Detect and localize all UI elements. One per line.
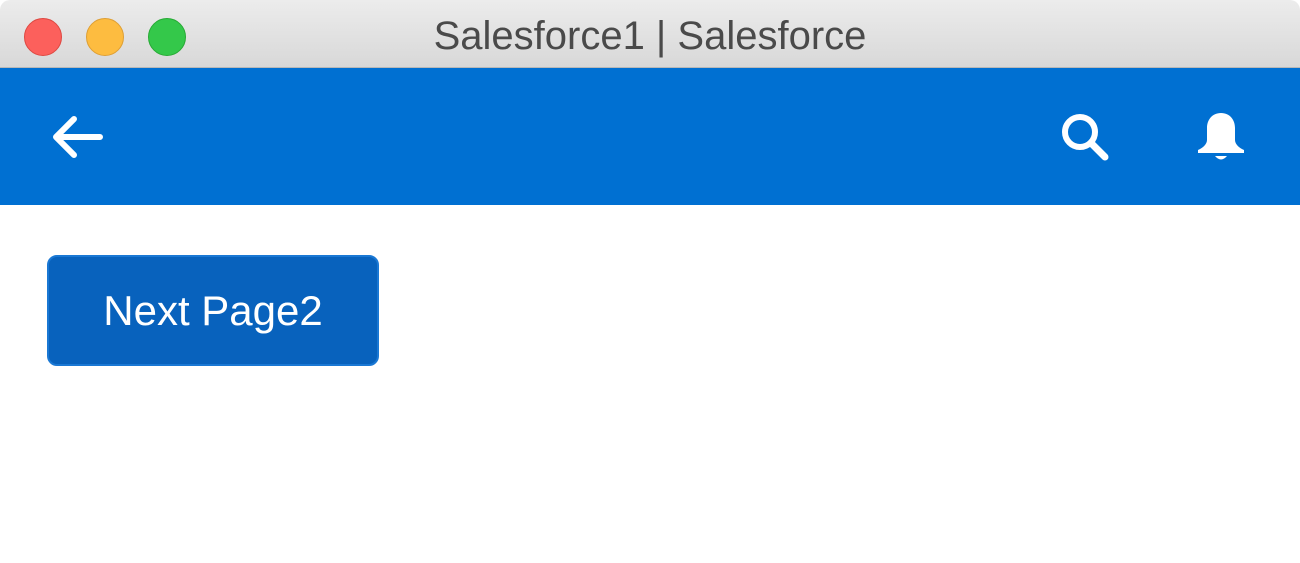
back-button[interactable] bbox=[32, 68, 122, 205]
title-bar: Salesforce1 | Salesforce bbox=[0, 0, 1300, 68]
arrow-left-icon bbox=[53, 115, 103, 158]
next-page-button[interactable]: Next Page2 bbox=[47, 255, 379, 366]
search-icon bbox=[1062, 113, 1109, 160]
top-navigation-bar bbox=[0, 68, 1300, 205]
search-button[interactable] bbox=[1040, 68, 1130, 205]
window-title: Salesforce1 | Salesforce bbox=[433, 14, 867, 58]
bell-icon bbox=[1198, 112, 1244, 159]
notifications-button[interactable] bbox=[1176, 68, 1266, 205]
page-content: Next Page2 bbox=[0, 205, 1300, 563]
app-window: Salesforce1 | Salesforce Next Page2 bbox=[0, 0, 1300, 563]
